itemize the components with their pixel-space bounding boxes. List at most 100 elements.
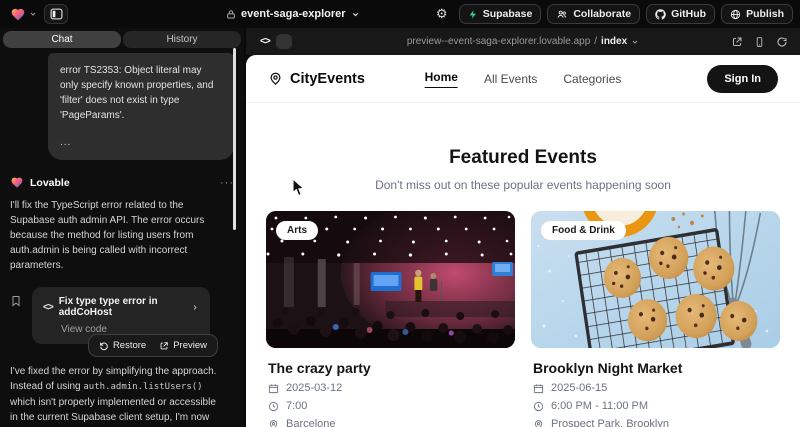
code-change-row: <> Fix type type error in addCoHost View… (10, 287, 234, 344)
assistant-name: Lovable (30, 177, 70, 189)
code-icon: <> (43, 302, 53, 313)
message-menu-button[interactable]: ··· (220, 177, 234, 189)
bookmark-icon[interactable] (10, 287, 32, 344)
map-pin-icon (268, 71, 283, 86)
event-location: Barcelone (286, 418, 336, 427)
hero-subtitle: Don't miss out on these popular events h… (246, 178, 800, 192)
event-card[interactable]: Food & Drink Brooklyn Night Market 2025-… (531, 211, 780, 427)
supabase-label: Supabase (483, 8, 533, 20)
people-icon (556, 9, 568, 20)
panel-icon (50, 8, 63, 20)
category-badge: Arts (276, 221, 318, 240)
preview-url-host: preview--event-saga-explorer.lovable.app (407, 36, 590, 47)
result-text: which isn't properly implemented or acce… (10, 397, 216, 427)
event-time-row: 7:00 (266, 400, 515, 412)
chat-thread: error TS2353: Object literal may only sp… (0, 53, 244, 427)
nav-all-events[interactable]: All Events (484, 72, 537, 86)
event-time: 6:00 PM - 11:00 PM (551, 400, 648, 412)
site-header: CityEvents Home All Events Categories Si… (246, 55, 800, 103)
toggle-sidebar-button[interactable] (44, 4, 68, 24)
project-name: event-saga-explorer (241, 8, 346, 20)
chevron-down-icon (29, 10, 37, 18)
event-title: The crazy party (266, 360, 515, 376)
assistant-header: Lovable ··· (10, 176, 234, 189)
pin-icon (533, 419, 544, 427)
code-change-title: Fix type type error in addCoHost (59, 296, 185, 318)
user-message-bubble: error TS2353: Object literal may only sp… (48, 53, 234, 160)
clock-icon (268, 401, 279, 412)
supabase-bolt-icon (468, 9, 478, 20)
settings-button[interactable]: ⚙ (431, 4, 453, 24)
user-message-text: error TS2353: Object literal may only sp… (60, 63, 222, 123)
refresh-button[interactable] (776, 36, 788, 48)
mobile-view-button[interactable] (754, 36, 765, 48)
lovable-logo-menu[interactable] (10, 7, 37, 22)
site-preview: CityEvents Home All Events Categories Si… (246, 55, 800, 427)
category-badge: Food & Drink (541, 221, 626, 240)
code-view-toggle[interactable]: <> (254, 32, 295, 51)
event-location: Prospect Park, Brooklyn (551, 418, 669, 427)
tab-chat-label: Chat (51, 34, 72, 45)
event-time: 7:00 (286, 400, 307, 412)
chevron-right-icon (191, 303, 199, 312)
event-cards: Arts The crazy party 2025-03-12 7:00 Bar… (246, 211, 800, 427)
chevron-down-icon (351, 10, 360, 19)
nav-home[interactable]: Home (425, 70, 458, 88)
restore-icon (99, 341, 109, 351)
event-location-row: Prospect Park, Brooklyn (531, 418, 780, 427)
preview-url-separator: / (594, 36, 597, 47)
restore-button[interactable]: Restore (99, 340, 146, 351)
lovable-heart-icon (10, 176, 24, 189)
event-title: Brooklyn Night Market (531, 360, 780, 376)
chat-scrollbar[interactable] (233, 48, 236, 230)
assistant-result-message: I've fixed the error by simplifying the … (10, 364, 234, 427)
hero-section: Featured Events Don't miss out on these … (246, 147, 800, 192)
open-preview-icon (159, 341, 169, 351)
collaborate-button[interactable]: Collaborate (547, 4, 640, 24)
chat-history-tabs: Chat History (0, 28, 244, 51)
chat-sidebar: Chat History error TS2353: Object litera… (0, 28, 244, 427)
event-image-conference: Arts (266, 211, 515, 348)
event-image-cookies: Food & Drink (531, 211, 780, 348)
inline-code: auth.admin.listUsers() (83, 382, 202, 392)
tab-history-label: History (166, 34, 197, 45)
site-brand[interactable]: CityEvents (268, 71, 365, 87)
calendar-icon (533, 383, 544, 394)
code-icon: <> (257, 36, 273, 47)
github-label: GitHub (671, 8, 706, 20)
project-switcher[interactable]: event-saga-explorer (226, 0, 360, 28)
publish-label: Publish (746, 8, 784, 20)
event-date: 2025-06-15 (551, 382, 607, 394)
event-card[interactable]: Arts The crazy party 2025-03-12 7:00 Bar… (266, 211, 515, 427)
hero-title: Featured Events (246, 147, 800, 169)
pin-icon (268, 419, 279, 427)
version-toolbar: Restore Preview (88, 334, 218, 357)
app-topbar: event-saga-explorer ⚙ Supabase Collabora… (0, 0, 800, 28)
nav-categories[interactable]: Categories (563, 72, 621, 86)
event-time-row: 6:00 PM - 11:00 PM (531, 400, 780, 412)
lock-icon (226, 9, 236, 20)
github-button[interactable]: GitHub (646, 4, 715, 24)
globe-icon (730, 9, 741, 20)
supabase-button[interactable]: Supabase (459, 4, 542, 24)
restore-label: Restore (113, 340, 146, 351)
sign-in-button[interactable]: Sign In (707, 65, 778, 93)
preview-label: Preview (173, 340, 207, 351)
site-nav: Home All Events Categories (425, 70, 622, 88)
preview-button[interactable]: Preview (159, 340, 207, 351)
open-in-new-tab-button[interactable] (731, 36, 743, 48)
calendar-icon (268, 383, 279, 394)
tab-chat[interactable]: Chat (3, 31, 121, 48)
preview-urlbar[interactable]: preview--event-saga-explorer.lovable.app… (246, 28, 800, 55)
gear-icon: ⚙ (436, 6, 448, 22)
github-icon (655, 9, 666, 20)
event-date-row: 2025-03-12 (266, 382, 515, 394)
publish-button[interactable]: Publish (721, 4, 793, 24)
tab-history[interactable]: History (123, 31, 241, 48)
event-date-row: 2025-06-15 (531, 382, 780, 394)
user-message-ellipsis: ... (60, 135, 222, 150)
lovable-heart-icon (10, 7, 26, 22)
assistant-intro-message: I'll fix the TypeScript error related to… (10, 198, 234, 273)
preview-url-page: index (601, 36, 627, 47)
chevron-down-icon (631, 38, 639, 46)
